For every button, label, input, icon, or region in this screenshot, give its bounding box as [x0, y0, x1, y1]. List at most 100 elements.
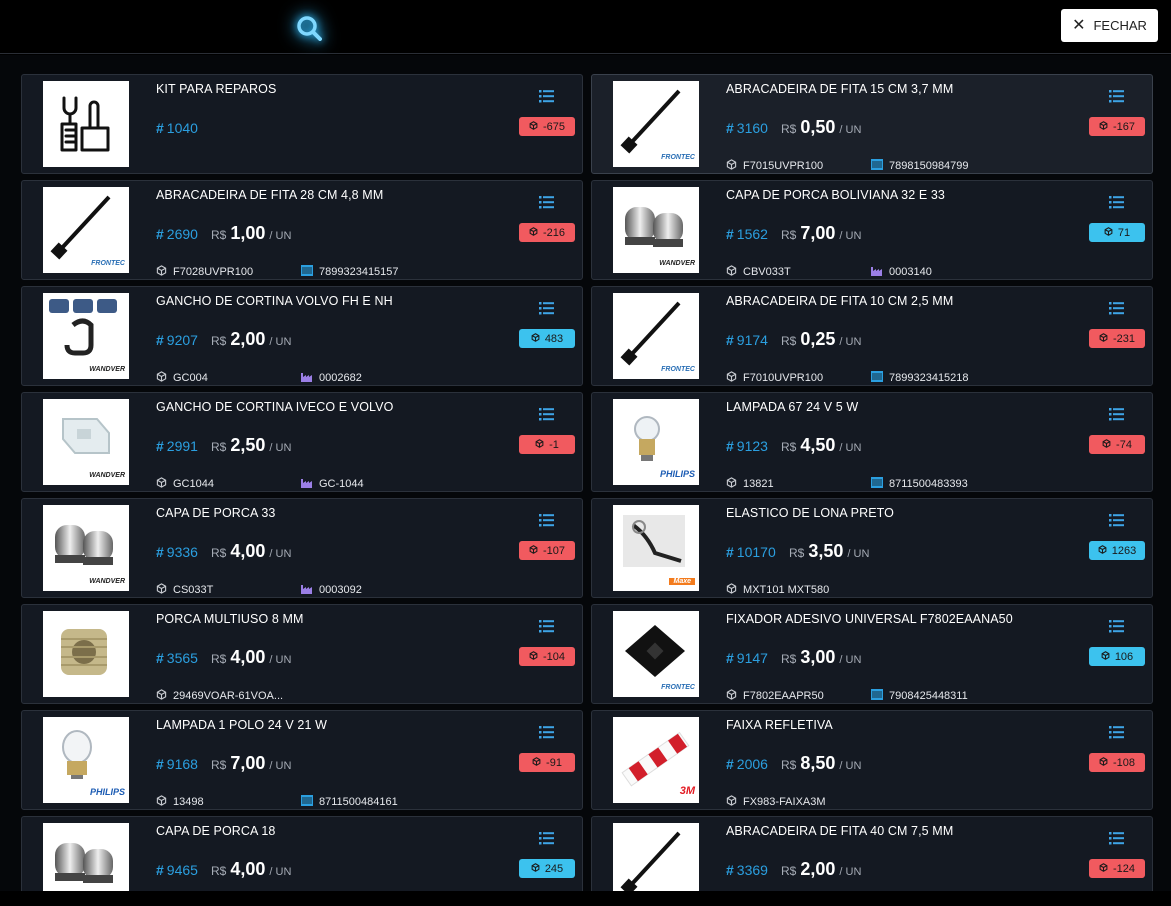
product-card[interactable]: WANDVER GANCHO DE CORTINA VOLVO FH E NH #9… [21, 286, 583, 386]
product-list[interactable]: KIT PARA REPAROS #1040 -675 FRONTEC ABRACADE… [0, 55, 1171, 891]
search-icon[interactable] [294, 13, 324, 43]
product-card[interactable]: WANDVER CAPA DE PORCA BOLIVIANA 32 E 33 #1… [591, 180, 1153, 280]
product-price: R$ 3,00/ UN [781, 647, 862, 667]
box-icon [726, 689, 737, 703]
product-image: FRONTEC [43, 187, 129, 273]
close-button[interactable]: ✕ FECHAR [1061, 9, 1158, 42]
product-price: R$ 7,00/ UN [211, 753, 292, 773]
product-card[interactable]: FRONTEC ABRACADEIRA DE FITA 28 CM 4,8 MM #… [21, 180, 583, 280]
box-icon [156, 795, 167, 809]
list-menu-icon[interactable] [1109, 620, 1124, 633]
product-name: ABRACADEIRA DE FITA 15 CM 3,7 MM [726, 82, 954, 96]
close-icon: ✕ [1072, 16, 1086, 34]
product-price: R$ 4,00/ UN [211, 647, 292, 667]
product-card[interactable]: Maxe ELASTICO DE LONA PRETO #10170 R$ 3,50/ … [591, 498, 1153, 598]
box-icon [156, 477, 167, 491]
product-barcode: 7899323415157 [301, 265, 399, 279]
product-price: R$ 4,00/ UN [211, 541, 292, 561]
product-name: FAIXA REFLETIVA [726, 718, 833, 732]
list-menu-icon[interactable] [1109, 90, 1124, 103]
list-menu-icon[interactable] [1109, 196, 1124, 209]
product-code: #3565 [156, 650, 198, 666]
product-name: FIXADOR ADESIVO UNIVERSAL F7802EAANA50 [726, 612, 1013, 626]
list-menu-icon[interactable] [539, 90, 554, 103]
brand-logo: WANDVER [89, 472, 125, 479]
brand-logo: WANDVER [659, 260, 695, 267]
box-icon [1098, 544, 1107, 557]
list-menu-icon[interactable] [539, 620, 554, 633]
box-icon [726, 159, 737, 173]
product-image: PHILIPS [613, 399, 699, 485]
product-card[interactable]: WANDVER CAPA DE PORCA 33 #9336 R$ 4,00/ UN CS… [21, 498, 583, 598]
product-card[interactable]: PHILIPS LAMPADA 1 POLO 24 V 21 W #9168 R$ 7,… [21, 710, 583, 810]
product-card[interactable]: FRONTEC ABRACADEIRA DE FITA 15 CM 3,7 MM #… [591, 74, 1153, 174]
product-reference: F7010UVPR100 [726, 371, 823, 385]
product-image [43, 81, 129, 167]
product-code: #3160 [726, 120, 768, 136]
product-price: R$ 2,50/ UN [211, 435, 292, 455]
product-code: #9336 [156, 544, 198, 560]
box-icon [532, 756, 541, 769]
product-barcode: 8711500483393 [871, 477, 968, 491]
stock-badge: -108 [1089, 753, 1145, 772]
product-image: FRONTEC [613, 81, 699, 167]
product-card[interactable]: PHILIPS LAMPADA 67 24 V 5 W #9123 R$ 4,50/ U… [591, 392, 1153, 492]
brand-logo: WANDVER [89, 366, 125, 373]
box-icon [726, 795, 737, 809]
product-card[interactable]: FRONTEC FIXADOR ADESIVO UNIVERSAL F7802EA… [591, 604, 1153, 704]
stock-badge: -231 [1089, 329, 1145, 348]
list-menu-icon[interactable] [1109, 832, 1124, 845]
product-barcode: 0003140 [871, 265, 932, 279]
product-barcode: 8711500484161 [301, 795, 398, 809]
product-reference: 13498 [156, 795, 204, 809]
list-menu-icon[interactable] [539, 514, 554, 527]
product-price: R$ 0,25/ UN [781, 329, 862, 349]
product-image: WANDVER [43, 293, 129, 379]
list-menu-icon[interactable] [539, 832, 554, 845]
product-barcode: 0002682 [301, 371, 362, 385]
product-card[interactable]: ABRACADEIRA DE FITA 40 CM 7,5 MM #3369 R$ 2… [591, 816, 1153, 891]
box-icon [1099, 120, 1108, 133]
product-name: ABRACADEIRA DE FITA 10 CM 2,5 MM [726, 294, 954, 308]
stock-badge: -1 [519, 435, 575, 454]
list-menu-icon[interactable] [539, 408, 554, 421]
product-code: #9207 [156, 332, 198, 348]
list-menu-icon[interactable] [539, 302, 554, 315]
product-name: CAPA DE PORCA BOLIVIANA 32 E 33 [726, 188, 945, 202]
list-menu-icon[interactable] [1109, 514, 1124, 527]
product-image: WANDVER [43, 399, 129, 485]
product-card[interactable]: FRONTEC ABRACADEIRA DE FITA 10 CM 2,5 MM #… [591, 286, 1153, 386]
product-code: #9168 [156, 756, 198, 772]
box-icon [1104, 226, 1113, 239]
barcode-icon [301, 795, 313, 809]
product-card[interactable]: CAPA DE PORCA 18 #9465 R$ 4,00/ UN 245 [21, 816, 583, 891]
product-name: PORCA MULTIUSO 8 MM [156, 612, 304, 626]
brand-logo: FRONTEC [661, 154, 695, 161]
list-menu-icon[interactable] [539, 196, 554, 209]
box-icon [726, 583, 737, 597]
product-code: #9123 [726, 438, 768, 454]
product-card[interactable]: WANDVER GANCHO DE CORTINA IVECO E VOLVO #2… [21, 392, 583, 492]
brand-logo: FRONTEC [91, 260, 125, 267]
product-reference: CS033T [156, 583, 213, 597]
product-image: 3M [613, 717, 699, 803]
product-card[interactable]: 3M FAIXA REFLETIVA #2006 R$ 8,50/ UN FX983-FA… [591, 710, 1153, 810]
list-menu-icon[interactable] [539, 726, 554, 739]
product-barcode: 7908425448311 [871, 689, 968, 703]
list-menu-icon[interactable] [1109, 408, 1124, 421]
product-card[interactable]: PORCA MULTIUSO 8 MM #3565 R$ 4,00/ UN 29469V… [21, 604, 583, 704]
product-image: PHILIPS [43, 717, 129, 803]
product-name: KIT PARA REPAROS [156, 82, 277, 96]
stock-badge: -74 [1089, 435, 1145, 454]
list-menu-icon[interactable] [1109, 302, 1124, 315]
brand-logo: WANDVER [89, 578, 125, 585]
brand-logo: PHILIPS [659, 469, 695, 479]
product-card[interactable]: KIT PARA REPAROS #1040 -675 [21, 74, 583, 174]
stock-badge: -107 [519, 541, 575, 560]
product-price: R$ 8,50/ UN [781, 753, 862, 773]
brand-logo: FRONTEC [661, 684, 695, 691]
stock-badge: -124 [1089, 859, 1145, 878]
list-menu-icon[interactable] [1109, 726, 1124, 739]
box-icon [531, 332, 540, 345]
product-image: WANDVER [613, 187, 699, 273]
